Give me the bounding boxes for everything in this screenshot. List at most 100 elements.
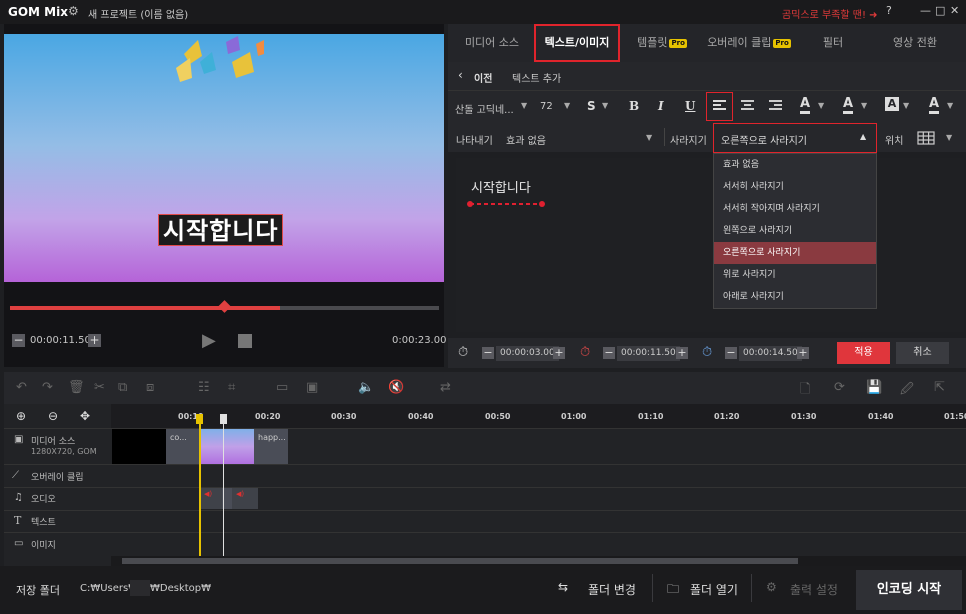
editor-text[interactable]: 시작합니다 bbox=[471, 177, 531, 196]
help-button[interactable]: ? bbox=[886, 4, 892, 17]
promo-link[interactable]: 곰믹스로 부족할 땐! ➜ bbox=[782, 6, 878, 21]
split-icon[interactable]: ⧉ bbox=[118, 380, 127, 395]
end-minus-button[interactable]: − bbox=[725, 347, 737, 359]
dropdown-option-selected[interactable]: 오른쪽으로 사라지기 bbox=[714, 242, 876, 264]
audio-clip[interactable]: ◀) bbox=[200, 488, 222, 509]
outline-color-button[interactable]: A bbox=[843, 97, 854, 114]
align-right-icon[interactable] bbox=[769, 100, 782, 112]
start-time-field[interactable]: 00:00:11.50 bbox=[617, 346, 680, 361]
dropdown-option[interactable]: 서서히 사라지기 bbox=[714, 176, 876, 198]
fit-icon[interactable]: ✥ bbox=[80, 409, 90, 423]
duration-field[interactable]: 00:00:03.00 bbox=[496, 346, 559, 361]
time-minus-button[interactable]: − bbox=[12, 334, 25, 347]
save-as-icon[interactable]: 🖉 bbox=[900, 380, 914, 402]
chevron-down-icon[interactable]: ▼ bbox=[818, 101, 824, 110]
crop-icon[interactable]: ⌗ bbox=[228, 380, 235, 395]
cut-icon[interactable]: ✂ bbox=[94, 380, 105, 395]
time-ruler[interactable] bbox=[111, 404, 966, 428]
align-center-icon[interactable] bbox=[741, 100, 754, 112]
output-settings-button[interactable]: 출력 설정 bbox=[790, 581, 838, 598]
media-clip[interactable]: happ... bbox=[254, 429, 288, 464]
gear-icon[interactable]: ⚙ bbox=[68, 4, 79, 18]
chevron-down-icon[interactable]: ▼ bbox=[646, 133, 652, 142]
speed-icon[interactable]: ⇄ bbox=[440, 380, 451, 395]
tab-transition[interactable]: 영상 전환 bbox=[870, 24, 960, 62]
chevron-down-icon[interactable]: ▼ bbox=[564, 101, 570, 110]
dropdown-option[interactable]: 왼쪽으로 사라지기 bbox=[714, 220, 876, 242]
background-color-button[interactable]: A bbox=[885, 97, 899, 111]
mute-icon[interactable]: 🔇 bbox=[388, 380, 404, 395]
end-plus-button[interactable]: + bbox=[797, 347, 809, 359]
time-plus-button[interactable]: + bbox=[88, 334, 101, 347]
tab-template[interactable]: 템플릿 Pro bbox=[624, 24, 700, 62]
marker-handle[interactable] bbox=[196, 414, 203, 424]
dropdown-option[interactable]: 아래로 사라지기 bbox=[714, 286, 876, 308]
volume-icon[interactable]: 🔈 bbox=[358, 380, 374, 395]
tab-text-image[interactable]: 텍스트/이미지 bbox=[534, 24, 620, 62]
frame-icon[interactable]: ▣ bbox=[306, 380, 318, 395]
stop-icon[interactable] bbox=[238, 334, 252, 348]
minimize-button[interactable]: — bbox=[920, 4, 931, 17]
italic-button[interactable]: I bbox=[658, 99, 664, 113]
tab-media-source[interactable]: 미디어 소스 bbox=[450, 24, 534, 62]
maximize-button[interactable]: □ bbox=[935, 4, 945, 17]
appear-select[interactable]: 효과 없음 bbox=[506, 132, 546, 147]
media-clip[interactable]: co... bbox=[166, 429, 200, 464]
tab-overlay-clip[interactable]: 오버레이 클립 Pro bbox=[702, 24, 796, 62]
dropdown-option[interactable]: 위로 사라지기 bbox=[714, 264, 876, 286]
redo-icon[interactable]: ↷ bbox=[42, 380, 53, 395]
start-encoding-button[interactable]: 인코딩 시작 bbox=[856, 570, 962, 610]
apply-button[interactable]: 적용 bbox=[837, 342, 890, 364]
scrollbar-thumb[interactable] bbox=[122, 558, 798, 564]
rotate-icon[interactable]: ⟳ bbox=[834, 380, 845, 395]
preview-overlay-text[interactable]: 시작합니다 bbox=[158, 214, 284, 246]
playhead[interactable] bbox=[223, 416, 224, 556]
cancel-button[interactable]: 취소 bbox=[896, 342, 949, 364]
duration-plus-button[interactable]: + bbox=[553, 347, 565, 359]
text-editor[interactable] bbox=[456, 158, 964, 332]
current-time[interactable]: 00:00:11.50 bbox=[30, 335, 91, 346]
undo-icon[interactable]: ↶ bbox=[16, 380, 27, 395]
media-clip-black[interactable] bbox=[112, 429, 166, 464]
chevron-down-icon[interactable]: ▼ bbox=[947, 101, 953, 110]
audio-clip[interactable]: ◀) bbox=[232, 488, 258, 509]
trim-icon[interactable]: ⧈ bbox=[146, 380, 154, 395]
position-grid-icon[interactable] bbox=[917, 131, 935, 145]
chevron-down-icon[interactable]: ▼ bbox=[903, 101, 909, 110]
marker-line[interactable] bbox=[199, 416, 201, 556]
close-button[interactable]: ✕ bbox=[950, 4, 959, 17]
dropdown-option[interactable]: 효과 없음 bbox=[714, 154, 876, 176]
zoom-in-icon[interactable]: ⊕ bbox=[16, 409, 26, 423]
play-icon[interactable]: ▶ bbox=[202, 330, 216, 351]
open-folder-button[interactable]: 폴더 열기 bbox=[690, 581, 738, 598]
save-icon[interactable]: 💾 bbox=[866, 380, 882, 395]
shadow-color-button[interactable]: A bbox=[929, 97, 940, 114]
font-select[interactable]: 산돌 고딕네... bbox=[455, 101, 514, 116]
tab-filter[interactable]: 필터 bbox=[800, 24, 866, 62]
chevron-down-icon[interactable]: ▼ bbox=[521, 101, 527, 110]
chevron-down-icon[interactable]: ▼ bbox=[946, 133, 952, 142]
duration-minus-button[interactable]: − bbox=[482, 347, 494, 359]
aspect-icon[interactable]: ▭ bbox=[276, 380, 288, 395]
chevron-down-icon[interactable]: ▼ bbox=[861, 101, 867, 110]
start-minus-button[interactable]: − bbox=[603, 347, 615, 359]
chevron-down-icon[interactable]: ▼ bbox=[602, 101, 608, 110]
underline-button[interactable]: U bbox=[685, 99, 695, 113]
playhead-handle[interactable] bbox=[220, 414, 227, 424]
media-clip-thumbnail[interactable] bbox=[200, 429, 254, 464]
export-icon[interactable]: ⇱ bbox=[934, 380, 945, 395]
end-time-field[interactable]: 00:00:14.50 bbox=[739, 346, 802, 361]
font-size-select[interactable]: 72 bbox=[540, 101, 553, 112]
bold-button[interactable]: B bbox=[629, 99, 639, 113]
zoom-out-icon[interactable]: ⊖ bbox=[48, 409, 58, 423]
dropdown-option[interactable]: 서서히 작아지며 사라지기 bbox=[714, 198, 876, 220]
chevron-left-icon[interactable]: ‹ bbox=[458, 68, 463, 82]
adjust-icon[interactable]: ☷ bbox=[198, 380, 210, 395]
strike-style-button[interactable]: S bbox=[587, 99, 596, 113]
start-plus-button[interactable]: + bbox=[676, 347, 688, 359]
delete-icon[interactable]: 🗑 bbox=[68, 380, 85, 395]
change-folder-button[interactable]: 폴더 변경 bbox=[588, 581, 636, 598]
back-button[interactable]: 이전 bbox=[474, 70, 492, 85]
text-color-button[interactable]: A bbox=[800, 97, 811, 114]
motion-path[interactable] bbox=[466, 200, 546, 208]
